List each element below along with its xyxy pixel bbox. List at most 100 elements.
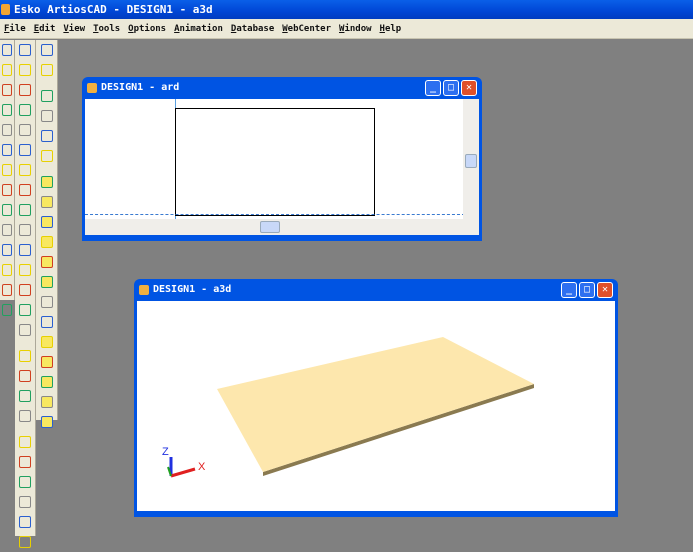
tool-cube-red-button[interactable] — [36, 352, 57, 372]
tool-clip-star-button[interactable] — [15, 300, 35, 320]
tool-pencil-square-button[interactable] — [15, 200, 35, 220]
toolbar-tools — [15, 40, 36, 548]
tool-stack-5-button[interactable] — [15, 512, 35, 532]
tool-no-orbit-button[interactable] — [36, 60, 57, 80]
tool-arc-button[interactable] — [15, 260, 35, 280]
tool-stack-6-button[interactable] — [15, 532, 35, 552]
close-button[interactable]: ✕ — [461, 80, 477, 96]
menu-options[interactable]: Options — [124, 19, 170, 38]
tool-cube-wire2-button[interactable] — [36, 252, 57, 272]
tool-measure-4-button[interactable] — [15, 406, 35, 426]
tool-zoom-window-button[interactable] — [0, 60, 14, 80]
measure-4-icon — [19, 410, 31, 422]
tool-grid-1-button[interactable] — [15, 80, 35, 100]
tool-rotate-blue-button[interactable] — [15, 220, 35, 240]
tool-zoom-fit-button[interactable] — [0, 100, 14, 120]
menu-edit[interactable]: Edit — [30, 19, 60, 38]
grid-2-icon — [19, 104, 31, 116]
menu-tools[interactable]: Tools — [89, 19, 124, 38]
tool-stack-red-button[interactable] — [15, 432, 35, 452]
tool-pan-button[interactable] — [0, 140, 14, 160]
window-a3d-titlebar[interactable]: DESIGN1 - a3d _ □ ✕ — [137, 279, 615, 301]
tool-select-flag-button[interactable] — [15, 60, 35, 80]
tool-measure-diag-button[interactable] — [15, 366, 35, 386]
a3d-viewport[interactable]: Z X — [137, 301, 615, 511]
tool-measure-3-button[interactable] — [15, 386, 35, 406]
menu-window[interactable]: Window — [335, 19, 376, 38]
tool-rotate-small-button[interactable] — [15, 240, 35, 260]
tool-rotate-button[interactable] — [0, 220, 14, 240]
tool-measure-h-button[interactable] — [15, 346, 35, 366]
tool-move-button[interactable] — [36, 146, 57, 166]
menu-animation[interactable]: Animation — [170, 19, 227, 38]
tool-view-eye-2-button[interactable] — [0, 300, 14, 320]
cube-check-icon — [40, 276, 53, 288]
menu-help[interactable]: Help — [376, 19, 406, 38]
tool-zoom-out-button[interactable] — [0, 80, 14, 100]
move-icon — [40, 150, 53, 162]
tool-stack-4-button[interactable] — [15, 492, 35, 512]
tool-fold-button[interactable] — [0, 260, 14, 280]
minimize-button[interactable]: _ — [425, 80, 441, 96]
tool-curve-button[interactable] — [36, 106, 57, 126]
tool-stack-2-button[interactable] — [15, 452, 35, 472]
vertical-scrollbar[interactable] — [463, 99, 479, 219]
tool-grid-3-button[interactable] — [15, 120, 35, 140]
tool-view-box-button[interactable] — [0, 240, 14, 260]
tool-dimension-button[interactable] — [0, 180, 14, 200]
tool-paint-button[interactable] — [36, 312, 57, 332]
tool-bar-button[interactable] — [36, 292, 57, 312]
cube-wire2-icon — [40, 256, 53, 268]
menu-webcenter[interactable]: WebCenter — [278, 19, 335, 38]
horizontal-scrollbar[interactable] — [85, 219, 479, 235]
window-ard-titlebar[interactable]: DESIGN1 - ard _ □ ✕ — [85, 77, 479, 99]
tool-cube-set-button[interactable] — [36, 392, 57, 412]
bar-icon — [40, 296, 53, 308]
pencil-square-icon — [19, 204, 31, 216]
tool-select-button[interactable] — [15, 40, 35, 60]
tool-grid-2-button[interactable] — [15, 100, 35, 120]
tool-stack-3-button[interactable] — [15, 472, 35, 492]
tool-cube-3-button[interactable] — [36, 212, 57, 232]
menu-view[interactable]: View — [59, 19, 89, 38]
paint-icon — [40, 316, 53, 328]
app-icon — [1, 4, 10, 15]
ard-canvas[interactable] — [85, 99, 479, 235]
cube-paint-icon — [40, 416, 53, 428]
tool-light-button[interactable] — [0, 280, 14, 300]
tool-solid-cube-button[interactable] — [36, 172, 57, 192]
tool-cyan-box-button[interactable] — [36, 86, 57, 106]
measure-3-icon — [19, 390, 31, 402]
tool-orbit-button[interactable] — [36, 40, 57, 60]
maximize-button[interactable]: □ — [579, 282, 595, 298]
tool-zoom-in-button[interactable] — [0, 40, 14, 60]
cube-3-icon — [40, 216, 53, 228]
stack-2-icon — [19, 456, 31, 468]
axis-x-icon — [170, 467, 196, 478]
select-flag-icon — [19, 64, 31, 76]
tool-rect-select-button[interactable] — [36, 126, 57, 146]
close-button[interactable]: ✕ — [597, 282, 613, 298]
rect-select-icon — [40, 130, 53, 142]
tool-clip-button[interactable] — [15, 280, 35, 300]
tool-cube-2-button[interactable] — [36, 192, 57, 212]
tool-clip-x-button[interactable] — [15, 320, 35, 340]
tool-dimension-2-button[interactable] — [0, 200, 14, 220]
menu-database[interactable]: Database — [227, 19, 278, 38]
tool-cube-flat-button[interactable] — [36, 332, 57, 352]
tool-grid-4-button[interactable] — [15, 140, 35, 160]
tool-view-eye-button[interactable] — [0, 160, 14, 180]
minimize-button[interactable]: _ — [561, 282, 577, 298]
tool-cube-wire-button[interactable] — [36, 232, 57, 252]
tool-cube-paint-button[interactable] — [36, 412, 57, 432]
board-3d — [217, 337, 534, 472]
stack-3-icon — [19, 476, 31, 488]
tool-zoom-detail-button[interactable] — [0, 120, 14, 140]
toolbar-3d — [36, 40, 58, 428]
tool-cube-grid-button[interactable] — [36, 372, 57, 392]
tool-cube-check-button[interactable] — [36, 272, 57, 292]
menu-file[interactable]: File — [0, 19, 30, 38]
tool-grid-5-button[interactable] — [15, 160, 35, 180]
tool-pencil-button[interactable] — [15, 180, 35, 200]
maximize-button[interactable]: □ — [443, 80, 459, 96]
